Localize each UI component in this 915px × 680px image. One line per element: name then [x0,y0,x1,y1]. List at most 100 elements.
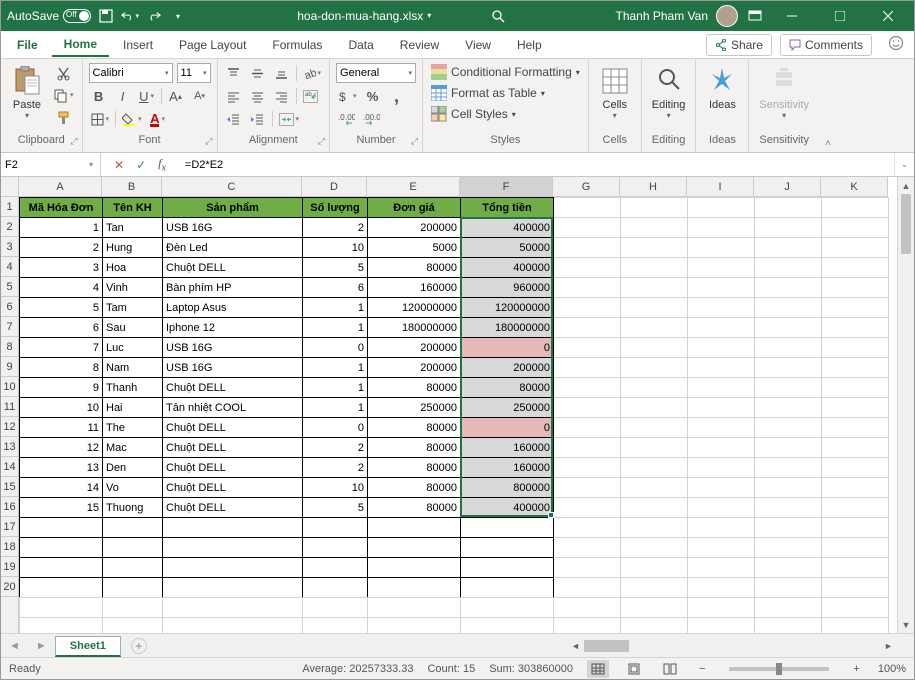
row-header-14[interactable]: 14 [1,457,19,477]
col-header-E[interactable]: E [367,177,460,197]
insert-function-icon[interactable]: fx [153,156,171,173]
sheet-nav-prev-icon[interactable]: ◄ [1,640,28,652]
save-icon[interactable] [97,7,115,25]
col-header-J[interactable]: J [754,177,821,197]
cells-viewport[interactable]: Mã Hóa ĐơnTên KHSản phẩmSố lượngĐơn giáT… [19,197,897,633]
table-row[interactable]: 6SauIphone 121180000000180000000 [20,318,889,338]
row-header-8[interactable]: 8 [1,337,19,357]
table-row[interactable]: 11TheChuột DELL0800000 [20,418,889,438]
tab-home[interactable]: Home [52,33,109,57]
maximize-button[interactable] [820,1,860,31]
table-row[interactable]: 10HaiTản nhiệt COOL1250000250000 [20,398,889,418]
clipboard-launcher-icon[interactable]: ⤢ [70,136,77,147]
tab-view[interactable]: View [453,34,503,56]
tab-help[interactable]: Help [505,34,554,56]
row-header-20[interactable]: 20 [1,577,19,597]
collapse-ribbon-icon[interactable]: ˄ [819,59,837,152]
page-layout-view-icon[interactable] [623,660,645,678]
col-header-F[interactable]: F [460,177,553,197]
row-header-9[interactable]: 9 [1,357,19,377]
decrease-decimal-button[interactable]: .00.0 [361,109,382,129]
table-row[interactable]: 15ThuongChuột DELL580000400000 [20,498,889,518]
sheet-tab-sheet1[interactable]: Sheet1 [55,636,121,657]
editing-button[interactable]: Editing▾ [648,63,690,122]
formula-input[interactable] [179,153,894,176]
wrap-text-button[interactable]: ab [301,86,321,106]
tab-file[interactable]: File [11,34,50,56]
increase-font-button[interactable]: A▴ [166,86,186,106]
accounting-format-button[interactable]: $ [336,86,359,106]
enter-formula-icon[interactable]: ✓ [131,158,151,172]
align-right-button[interactable] [272,86,292,106]
scroll-thumb[interactable] [901,194,911,254]
col-header-K[interactable]: K [821,177,888,197]
feedback-icon[interactable] [888,35,904,54]
align-middle-button[interactable] [248,63,268,83]
scroll-right-icon[interactable]: ► [880,641,897,651]
user-name[interactable]: Thanh Pham Van [615,9,708,23]
zoom-slider[interactable] [729,667,829,671]
normal-view-icon[interactable] [587,660,609,678]
cut-button[interactable] [51,63,76,83]
row-header-5[interactable]: 5 [1,277,19,297]
tab-data[interactable]: Data [336,34,385,56]
scroll-left-icon[interactable]: ◄ [567,641,584,651]
name-box[interactable]: F2▾ [1,153,101,176]
horizontal-scrollbar[interactable]: ◄ ► [567,637,897,654]
alignment-launcher-icon[interactable]: ⤢ [318,136,325,147]
undo-icon[interactable]: ▾ [121,7,139,25]
format-painter-button[interactable] [51,107,76,127]
row-header-1[interactable]: 1 [1,197,19,217]
vertical-scrollbar[interactable]: ▲ ▼ [897,177,914,633]
row-header-16[interactable]: 16 [1,497,19,517]
format-as-table-button[interactable]: Format as Table ▾ [429,84,582,102]
align-left-button[interactable] [224,86,244,106]
redo-icon[interactable] [145,7,163,25]
italic-button[interactable]: I [113,86,133,106]
minimize-button[interactable] [772,1,812,31]
select-all-corner[interactable] [1,177,19,197]
close-button[interactable] [868,1,908,31]
font-name-combo[interactable]: Calibri▾ [89,63,173,83]
tab-review[interactable]: Review [388,34,451,56]
file-name[interactable]: hoa-don-mua-hang.xlsx ▾ [297,9,431,23]
underline-button[interactable]: U [137,86,157,106]
page-break-view-icon[interactable] [659,660,681,678]
hscroll-thumb[interactable] [584,640,629,652]
col-header-I[interactable]: I [687,177,754,197]
table-row[interactable]: 2HungĐèn Led10500050000 [20,238,889,258]
zoom-level[interactable]: 100% [878,663,906,675]
bold-button[interactable]: B [89,86,109,106]
autosave-toggle[interactable]: AutoSave Off [7,9,91,23]
comma-button[interactable]: , [387,86,407,106]
decrease-font-button[interactable]: A▾ [190,86,210,106]
row-header-15[interactable]: 15 [1,477,19,497]
col-header-A[interactable]: A [19,177,102,197]
sheet-nav-next-icon[interactable]: ► [28,640,55,652]
comments-button[interactable]: Comments [780,34,872,56]
col-header-C[interactable]: C [162,177,302,197]
orientation-button[interactable]: ab [301,63,324,83]
table-row[interactable]: 1TanUSB 16G2200000400000 [20,218,889,238]
cell-styles-button[interactable]: Cell Styles ▾ [429,105,582,123]
col-header-H[interactable]: H [620,177,687,197]
table-row[interactable]: 4VinhBàn phím HP6160000960000 [20,278,889,298]
col-header-G[interactable]: G [553,177,620,197]
align-top-button[interactable] [224,63,244,83]
row-header-19[interactable]: 19 [1,557,19,577]
row-header-10[interactable]: 10 [1,377,19,397]
tab-insert[interactable]: Insert [111,34,165,56]
scroll-up-icon[interactable]: ▲ [898,177,914,194]
table-row[interactable]: 14VoChuột DELL1080000800000 [20,478,889,498]
merge-center-button[interactable] [277,109,302,129]
share-button[interactable]: Share [706,34,772,56]
table-row[interactable]: 3HoaChuột DELL580000400000 [20,258,889,278]
conditional-formatting-button[interactable]: Conditional Formatting ▾ [429,63,582,81]
row-header-11[interactable]: 11 [1,397,19,417]
paste-button[interactable]: Paste▾ [7,63,47,122]
fill-color-button[interactable] [120,109,144,129]
cells-button[interactable]: Cells▾ [595,63,635,122]
align-center-button[interactable] [248,86,268,106]
percent-button[interactable]: % [363,86,383,106]
row-header-13[interactable]: 13 [1,437,19,457]
